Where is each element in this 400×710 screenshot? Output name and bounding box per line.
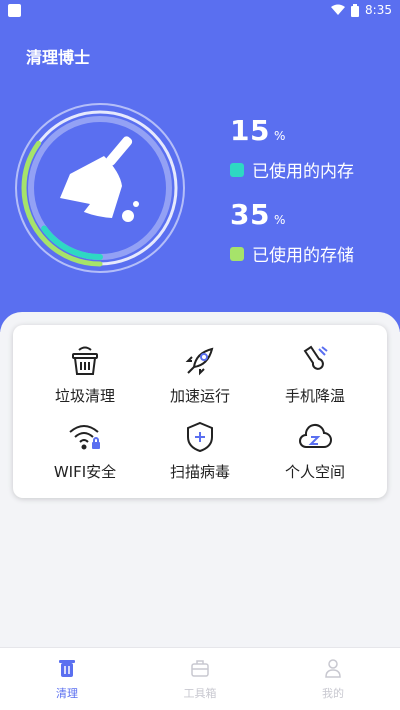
nav-item-toolbox[interactable]: 工具箱 [160,658,240,701]
nav-item-profile[interactable]: 我的 [293,658,373,701]
basket-icon [72,346,98,375]
app-title: 清理博士 [26,48,91,67]
tool-label: 加速运行 [169,387,230,405]
tool-label: 垃圾清理 [54,387,115,405]
status-bar: 8:35 [0,0,400,22]
user-icon [325,659,341,678]
trash-icon [59,660,75,677]
tool-speed-up[interactable]: 加速运行 [145,343,255,406]
tool-label: 扫描病毒 [169,463,230,481]
storage-percent: 35 [230,198,270,231]
bottom-nav: 清理 工具箱 我的 [0,647,400,710]
thermometer-icon [303,345,328,370]
notification-icon [8,4,21,17]
storage-unit: % [273,213,286,227]
tool-wifi-security[interactable]: WIFI安全 [30,419,140,482]
memory-percent: 15 [230,114,270,147]
tool-label: 个人空间 [284,463,345,481]
battery-icon [351,3,360,17]
tool-virus-scan[interactable]: 扫描病毒 [145,419,255,482]
tool-personal-space[interactable]: 个人空间 [260,419,370,482]
memory-stat: 15 % 已使用的内存 [230,114,354,182]
cloud-sleep-icon [299,424,332,448]
memory-legend-dot [230,162,244,177]
tool-cool-down[interactable]: 手机降温 [260,343,370,406]
rocket-icon [185,347,214,376]
tool-label: 手机降温 [284,387,345,405]
broom-icon [60,136,139,222]
storage-stat: 35 % 已使用的存储 [230,198,354,266]
storage-label: 已使用的存储 [252,246,354,266]
nav-label: 清理 [56,687,78,700]
tools-card: 垃圾清理 加速运行 手机降温 WIFI安全 扫描病毒 个人空间 [13,325,387,498]
storage-legend-dot [230,246,244,261]
memory-label: 已使用的内存 [252,162,354,182]
wifi-lock-icon [69,425,100,450]
hero-panel: 清理博士 15 % 已使用的内存 35 % 已使用的存储 [0,22,400,332]
tool-junk-clean[interactable]: 垃圾清理 [30,343,140,406]
wifi-signal-icon [331,4,346,15]
memory-unit: % [273,129,286,143]
usage-gauge [15,103,185,273]
tool-label: WIFI安全 [53,463,117,481]
nav-label: 我的 [322,687,344,700]
toolbox-icon [191,660,209,677]
nav-label: 工具箱 [183,687,217,700]
shield-plus-icon [187,421,213,453]
nav-item-clean[interactable]: 清理 [27,658,107,701]
status-time: 8:35 [365,3,392,17]
